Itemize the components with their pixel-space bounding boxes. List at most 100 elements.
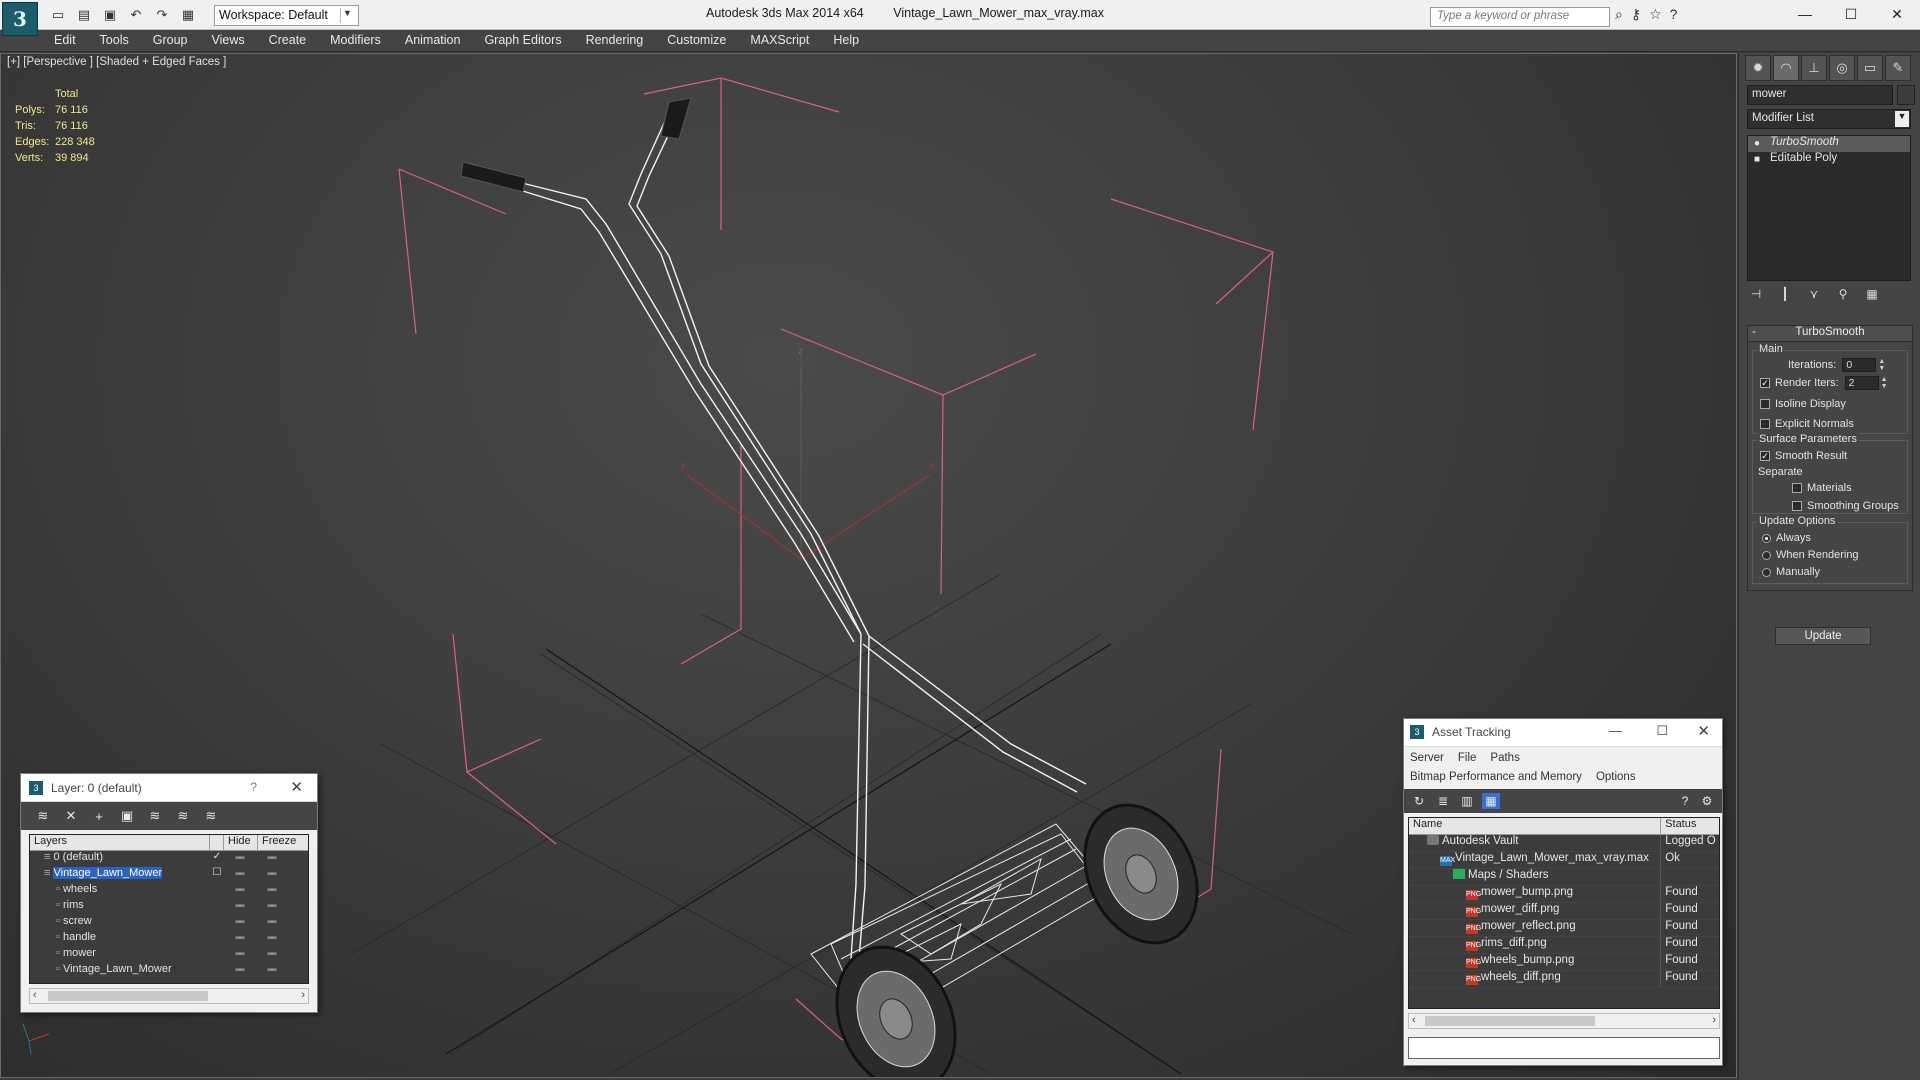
lightbulb-icon[interactable]: ●: [1754, 138, 1764, 149]
render-iters-checkbox[interactable]: ✓: [1760, 378, 1770, 388]
highlight-layer-icon[interactable]: ≋: [145, 807, 165, 825]
menu-maxscript[interactable]: MAXScript: [750, 30, 809, 51]
menu-views[interactable]: Views: [211, 30, 244, 51]
set-current-box[interactable]: [210, 963, 224, 979]
freeze-toggle[interactable]: ▬: [256, 851, 288, 867]
materials-checkbox[interactable]: [1792, 483, 1802, 493]
workspace-dropdown[interactable]: Workspace: Default ▼: [214, 5, 359, 26]
asset-row[interactable]: PNGmower_bump.png Found: [1409, 886, 1719, 903]
close-button[interactable]: ✕: [1874, 0, 1920, 28]
layer-row[interactable]: ▫ Vintage_Lawn_Mower ▬ ▬: [30, 963, 308, 979]
delete-layer-icon[interactable]: ✕: [61, 807, 81, 825]
layer-horizontal-scrollbar[interactable]: ‹ ›: [29, 988, 309, 1004]
undo-icon[interactable]: ↶: [126, 5, 146, 25]
remove-modifier-icon[interactable]: ⚲: [1834, 285, 1852, 303]
freeze-toggle[interactable]: ▬: [256, 963, 288, 979]
freeze-toggle[interactable]: ▬: [256, 947, 288, 963]
new-file-icon[interactable]: ▭: [48, 5, 68, 25]
asset-menu-file[interactable]: File: [1458, 752, 1477, 764]
set-current-box[interactable]: [210, 931, 224, 947]
object-name-field[interactable]: mower: [1747, 85, 1893, 105]
layer-row[interactable]: ≡ Vintage_Lawn_Mower ☐ ▬ ▬: [30, 867, 308, 883]
asset-horizontal-scrollbar[interactable]: ‹ ›: [1408, 1013, 1720, 1029]
select-objects-icon[interactable]: ▣: [117, 807, 137, 825]
hide-toggle[interactable]: ▬: [224, 899, 256, 915]
utilities-tab-icon[interactable]: ✎: [1885, 55, 1911, 81]
thumbnail-view-icon[interactable]: ▥: [1458, 793, 1476, 809]
column-layers[interactable]: Layers: [30, 835, 210, 850]
asset-menu-options[interactable]: Options: [1596, 771, 1636, 783]
render-iters-spinner[interactable]: 2: [1844, 376, 1879, 390]
layer-row[interactable]: ▫ wheels ▬ ▬: [30, 883, 308, 899]
when-rendering-radio[interactable]: [1762, 550, 1771, 560]
hide-toggle[interactable]: ▬: [224, 963, 256, 979]
help-icon[interactable]: ?: [1676, 793, 1694, 809]
motion-tab-icon[interactable]: ◎: [1829, 55, 1855, 81]
layer-name[interactable]: handle: [63, 931, 96, 943]
layer-name[interactable]: screw: [63, 915, 92, 927]
set-current-box[interactable]: [210, 883, 224, 899]
asset-row[interactable]: MAXVintage_Lawn_Mower_max_vray.max Ok: [1409, 852, 1719, 869]
stack-item-editable-poly[interactable]: ■ Editable Poly: [1748, 152, 1910, 168]
asset-row[interactable]: PNGrims_diff.png Found: [1409, 937, 1719, 954]
modifier-list-dropdown[interactable]: Modifier List ▼: [1747, 109, 1911, 129]
column-status[interactable]: Status: [1661, 818, 1719, 834]
hierarchy-tab-icon[interactable]: ⊥: [1801, 55, 1827, 81]
project-folder-icon[interactable]: ▦: [178, 5, 198, 25]
asset-row[interactable]: Autodesk Vault Logged O: [1409, 835, 1719, 852]
maximize-icon[interactable]: ☐: [1656, 723, 1668, 739]
iterations-spinner[interactable]: 0: [1842, 358, 1877, 372]
layer-row[interactable]: ▫ screw ▬ ▬: [30, 915, 308, 931]
stack-item-turbosmooth[interactable]: ● TurboSmooth: [1748, 136, 1910, 152]
maximize-button[interactable]: ☐: [1828, 0, 1874, 28]
explicit-normals-checkbox[interactable]: [1760, 419, 1770, 429]
minimize-button[interactable]: —: [1782, 0, 1828, 28]
scroll-right-icon[interactable]: ›: [301, 989, 305, 1001]
smooth-result-checkbox[interactable]: ✓: [1760, 451, 1770, 461]
spinner-arrows-icon[interactable]: ▲ ▼: [1881, 376, 1889, 390]
hide-toggle[interactable]: ▬: [224, 947, 256, 963]
configure-sets-icon[interactable]: ▦: [1863, 285, 1881, 303]
asset-path-field[interactable]: [1408, 1037, 1720, 1059]
freeze-toggle[interactable]: ▬: [256, 899, 288, 915]
close-icon[interactable]: ✕: [290, 778, 303, 796]
scroll-thumb[interactable]: [48, 991, 208, 1001]
menu-customize[interactable]: Customize: [667, 30, 726, 51]
hide-toggle[interactable]: ▬: [224, 867, 256, 883]
current-layer-check-icon[interactable]: ✓: [210, 851, 224, 867]
layer-row[interactable]: ▫ handle ▬ ▬: [30, 931, 308, 947]
freeze-all-icon[interactable]: ≋: [201, 807, 221, 825]
asset-menu-bitmap-performance-and-memory[interactable]: Bitmap Performance and Memory: [1410, 771, 1582, 783]
menu-create[interactable]: Create: [269, 30, 307, 51]
binoculars-icon[interactable]: ⌕: [1615, 6, 1623, 23]
asset-row[interactable]: PNGmower_diff.png Found: [1409, 903, 1719, 920]
help-icon[interactable]: ?: [1670, 6, 1678, 23]
layer-name[interactable]: rims: [63, 899, 84, 911]
always-radio[interactable]: [1762, 533, 1771, 543]
asset-menu-server[interactable]: Server: [1410, 752, 1444, 764]
close-icon[interactable]: ✕: [1697, 722, 1710, 740]
menu-animation[interactable]: Animation: [405, 30, 461, 51]
menu-edit[interactable]: Edit: [54, 30, 76, 51]
display-tab-icon[interactable]: ▭: [1857, 55, 1883, 81]
open-file-icon[interactable]: ▤: [74, 5, 94, 25]
list-view-icon[interactable]: ≣: [1434, 793, 1452, 809]
asset-row[interactable]: PNGwheels_diff.png Found: [1409, 971, 1719, 988]
redo-icon[interactable]: ↷: [152, 5, 172, 25]
create-tab-icon[interactable]: ✹: [1745, 55, 1771, 81]
manually-radio[interactable]: [1762, 567, 1771, 577]
menu-graph-editors[interactable]: Graph Editors: [484, 30, 561, 51]
layer-row[interactable]: ≡ 0 (default) ✓ ▬ ▬: [30, 851, 308, 867]
asset-row[interactable]: PNGwheels_bump.png Found: [1409, 954, 1719, 971]
freeze-toggle[interactable]: ▬: [256, 867, 288, 883]
layer-window-titlebar[interactable]: 3 Layer: 0 (default) ? ✕: [21, 774, 317, 802]
spinner-arrows-icon[interactable]: ▲ ▼: [1878, 358, 1886, 372]
asset-row[interactable]: Maps / Shaders: [1409, 869, 1719, 886]
isoline-checkbox[interactable]: [1760, 399, 1770, 409]
star-icon[interactable]: ☆: [1649, 6, 1662, 23]
layer-name[interactable]: Vintage_Lawn_Mower: [63, 963, 172, 975]
set-current-box[interactable]: [210, 915, 224, 931]
object-color-swatch[interactable]: [1897, 85, 1915, 105]
column-hide[interactable]: Hide: [224, 835, 258, 850]
settings-icon[interactable]: ⚙: [1698, 793, 1716, 809]
